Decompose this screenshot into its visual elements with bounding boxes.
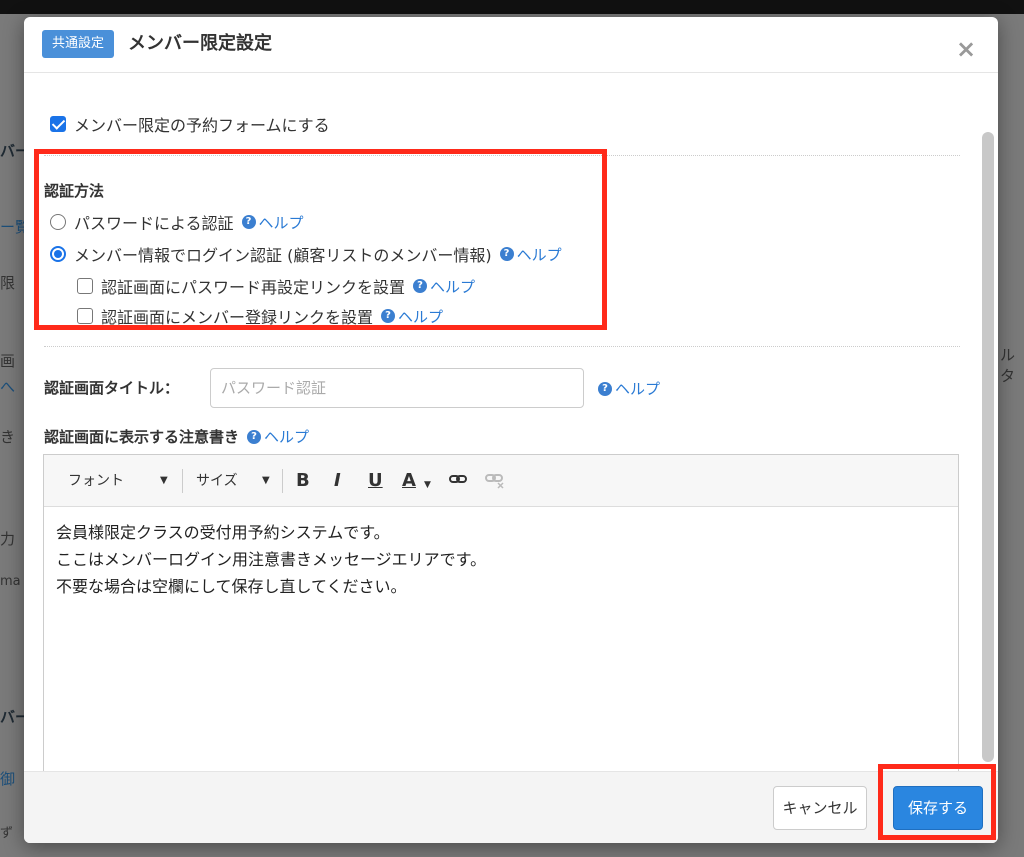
background-text: 御 [0,770,16,788]
text-color-button[interactable]: A [402,469,416,493]
toolbar-separator [182,469,183,493]
auth-title-label: 認証画面タイトル： [44,379,180,397]
underline-button[interactable]: U [368,469,383,493]
help-icon: ? [247,429,262,444]
notes-label-row: 認証画面に表示する注意書き ? ヘルプ [44,426,309,447]
editor-line: 会員様限定クラスの受付用予約システムです。 [56,523,390,542]
background-text: ma [0,574,21,589]
italic-button[interactable]: I [334,469,341,493]
background-text: ず [0,826,14,841]
common-settings-badge: 共通設定 [42,30,115,58]
auth-title-help[interactable]: ? ヘルプ [590,378,660,399]
size-dropdown[interactable]: サイズ [196,471,238,491]
chevron-down-icon[interactable]: ▼ [262,471,270,491]
scrollbar[interactable] [982,132,994,762]
background-text: 力 [0,530,16,548]
background-text: 限 [0,274,16,292]
editor-line: ここはメンバーログイン用注意書きメッセージエリアです。 [56,550,487,569]
editor-line: 不要な場合は空欄にして保存し直してください。 [56,577,407,596]
modal-footer: キャンセル 保存する [24,771,998,843]
background-topbar [0,0,1024,14]
modal-title: メンバー限定設定 [128,33,272,54]
background-text: き [0,428,16,446]
member-settings-modal: 共通設定 メンバー限定設定 × メンバー限定の予約フォームにする 認証方法 パス… [24,17,998,843]
editor-content[interactable]: 会員様限定クラスの受付用予約システムです。 ここはメンバーログイン用注意書きメッ… [56,519,946,600]
help-icon: ? [598,381,612,396]
link-icon[interactable] [448,469,468,496]
background-text: 画 [0,352,16,370]
highlight-box-auth [34,149,607,330]
close-icon[interactable]: × [956,37,976,61]
member-only-checkbox[interactable] [50,116,66,132]
help-link[interactable]: ヘルプ [615,378,660,399]
member-only-option[interactable]: メンバー限定の予約フォームにする [50,112,330,136]
bold-button[interactable]: B [296,469,310,493]
auth-title-input[interactable] [210,368,584,408]
editor-toolbar: フォント ▼ サイズ ▼ B I U A ▼ [44,455,958,507]
highlight-box-save [878,764,996,840]
unlink-icon[interactable] [484,469,506,496]
chevron-down-icon[interactable]: ▼ [160,471,168,491]
font-dropdown[interactable]: フォント [68,471,124,491]
background-text: ルタ [1000,346,1016,385]
modal-header: 共通設定 メンバー限定設定 × [24,17,998,73]
help-link[interactable]: ヘルプ [264,426,309,447]
chevron-down-icon[interactable]: ▼ [424,475,431,495]
notes-label: 認証画面に表示する注意書き [44,428,240,446]
modal-body: メンバー限定の予約フォームにする 認証方法 パスワードによる認証 ? ヘルプ メ… [24,74,998,771]
background-text: へ [0,378,16,396]
notes-editor: フォント ▼ サイズ ▼ B I U A ▼ 会員様限定クラスの受付用予約システ… [43,454,959,771]
divider [44,346,960,347]
cancel-button[interactable]: キャンセル [773,786,867,830]
toolbar-separator [282,469,283,493]
member-only-label: メンバー限定の予約フォームにする [74,116,330,135]
